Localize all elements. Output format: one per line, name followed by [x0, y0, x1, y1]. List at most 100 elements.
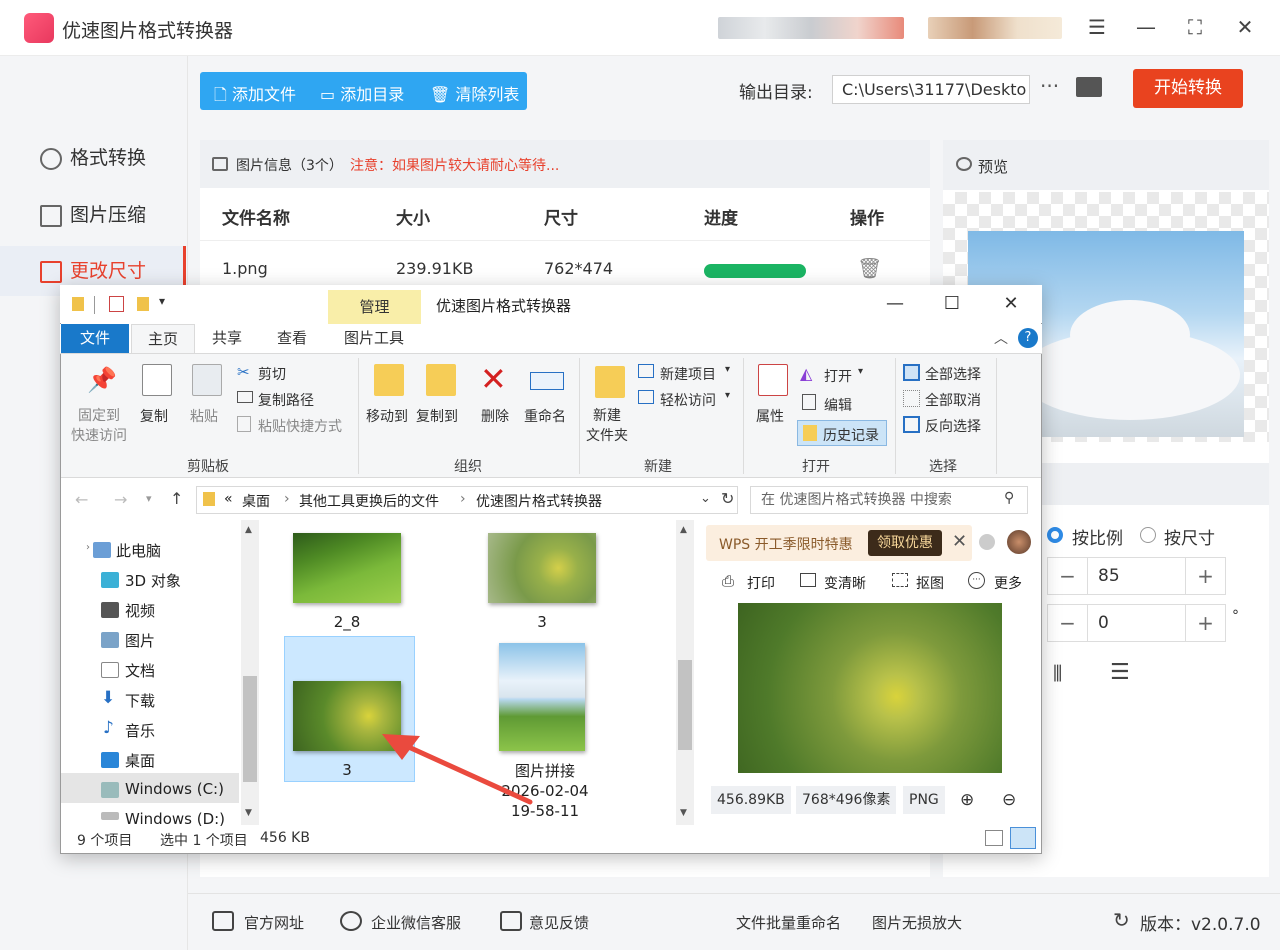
sidebar-item-resize[interactable]: 更改尺寸 [40, 256, 146, 286]
ratio-increment-button[interactable]: + [1185, 558, 1225, 594]
easy-access-dropdown-icon[interactable]: ▾ [725, 390, 730, 401]
refresh-address-icon[interactable]: ↻ [721, 489, 734, 508]
nav-scrollbar-thumb[interactable] [243, 676, 257, 782]
scroll-down-icon[interactable]: ▼ [245, 808, 252, 818]
clear-list-button[interactable]: 🗑 清除列表 [430, 81, 519, 105]
sidebar-item-format-convert[interactable]: 格式转换 [40, 143, 146, 173]
back-icon[interactable]: ← [75, 490, 88, 509]
newfolder-qat-icon[interactable] [137, 297, 149, 311]
size-radio-label[interactable]: 按尺寸 [1164, 524, 1215, 549]
up-icon[interactable]: ↑ [170, 489, 183, 508]
tab-share[interactable]: 共享 [212, 324, 242, 353]
nav-item-desktop[interactable]: 桌面 [125, 750, 155, 771]
paste-button[interactable]: 粘贴 [190, 406, 218, 426]
pin-quick-access-button[interactable]: 固定到 快速访问 [66, 406, 132, 446]
open-dropdown-icon[interactable]: ▾ [858, 366, 863, 377]
nav-item-music[interactable]: 音乐 [125, 720, 155, 741]
wps-claim-button[interactable]: 领取优惠 [868, 530, 942, 556]
explorer-search-input[interactable]: 在 优速图片格式转换器 中搜索 [750, 486, 1028, 514]
flip-vertical-icon[interactable]: ☰ [1110, 660, 1130, 685]
properties-button[interactable]: 属性 [756, 406, 784, 426]
angle-decrement-button[interactable]: − [1048, 605, 1088, 641]
file-name[interactable]: 3 [488, 613, 596, 631]
zoom-in-icon[interactable]: ⊕ [960, 790, 974, 810]
footer-batch-rename[interactable]: 文件批量重命名 [736, 912, 841, 933]
search-icon[interactable]: ⚲ [1004, 490, 1014, 506]
minimize-icon[interactable]: — [1133, 14, 1159, 40]
open-button[interactable]: 打开 [824, 366, 852, 386]
new-item-dropdown-icon[interactable]: ▾ [725, 364, 730, 375]
scroll-up-icon[interactable]: ▲ [680, 525, 687, 535]
scroll-down-icon[interactable]: ▼ [680, 808, 687, 818]
angle-increment-button[interactable]: + [1185, 605, 1225, 641]
menu-icon[interactable]: ☰ [1084, 14, 1110, 40]
explorer-close-icon[interactable]: ✕ [996, 293, 1026, 314]
footer-lossless-enlarge[interactable]: 图片无损放大 [872, 912, 962, 933]
size-radio[interactable] [1140, 527, 1156, 543]
copy-button[interactable]: 复制 [140, 406, 168, 426]
large-icons-view-icon[interactable] [1010, 827, 1036, 849]
add-file-button[interactable]: 🗋 添加文件 [214, 81, 296, 111]
new-item-button[interactable]: 新建项目 [660, 364, 716, 384]
nav-item-documents[interactable]: 文档 [125, 660, 155, 681]
address-dropdown-icon[interactable]: ⌄ [700, 491, 711, 506]
more-button[interactable]: 更多 [994, 573, 1022, 593]
copy-to-button[interactable]: 复制到 [416, 406, 458, 426]
wps-close-icon[interactable]: ✕ [952, 531, 967, 552]
help-icon[interactable]: ? [1018, 328, 1038, 348]
nav-item-pictures[interactable]: 图片 [125, 630, 155, 651]
cutout-button[interactable]: 抠图 [916, 573, 944, 593]
more-options-button[interactable]: ··· [1040, 74, 1059, 98]
rename-button[interactable]: 重命名 [524, 406, 566, 426]
qat-dropdown-icon[interactable]: ▾ [159, 294, 165, 308]
explorer-minimize-icon[interactable]: — [880, 293, 910, 314]
breadcrumb-desktop[interactable]: 桌面 [242, 491, 270, 511]
file-thumbnail[interactable] [293, 533, 401, 603]
footer-feedback[interactable]: 意见反馈 [529, 912, 589, 933]
zoom-out-icon[interactable]: ⊖ [1002, 790, 1016, 810]
file-view-scrollbar-thumb[interactable] [678, 660, 692, 750]
ratio-value[interactable]: 85 [1098, 566, 1120, 586]
open-folder-icon[interactable] [1076, 77, 1102, 97]
ratio-radio[interactable] [1047, 527, 1063, 543]
ratio-radio-label[interactable]: 按比例 [1072, 524, 1123, 549]
edit-button[interactable]: 编辑 [824, 395, 852, 415]
ratio-stepper[interactable]: − 85 + [1047, 557, 1226, 595]
delete-icon[interactable]: 🗑 [857, 256, 882, 280]
scroll-up-icon[interactable]: ▲ [245, 525, 252, 535]
address-bar[interactable] [196, 486, 738, 514]
breadcrumb-current[interactable]: 优速图片格式转换器 [476, 491, 602, 511]
explorer-maximize-icon[interactable]: ☐ [937, 293, 967, 314]
close-icon[interactable]: ✕ [1232, 14, 1258, 40]
invert-select-button[interactable]: 反向选择 [925, 416, 981, 436]
nav-item-drive-c[interactable]: Windows (C:) [125, 780, 224, 798]
tab-home[interactable]: 主页 [131, 324, 195, 353]
file-thumbnail[interactable] [488, 533, 596, 603]
sidebar-item-compress[interactable]: 图片压缩 [40, 200, 146, 230]
details-view-icon[interactable] [985, 830, 1003, 846]
nav-item-videos[interactable]: 视频 [125, 600, 155, 621]
recent-dropdown-icon[interactable]: ▾ [146, 492, 152, 505]
ratio-decrement-button[interactable]: − [1048, 558, 1088, 594]
history-button[interactable]: 历史记录 [823, 425, 879, 445]
angle-value[interactable]: 0 [1098, 613, 1109, 633]
expand-icon[interactable]: › [86, 542, 90, 553]
collapse-ribbon-icon[interactable]: ︿ [994, 328, 1008, 348]
print-button[interactable]: 打印 [747, 573, 775, 593]
move-to-button[interactable]: 移动到 [366, 406, 408, 426]
copy-path-button[interactable]: 复制路径 [258, 390, 314, 410]
nav-item-3d-objects[interactable]: 3D 对象 [125, 570, 181, 591]
delete-button[interactable]: 删除 [481, 406, 509, 426]
properties-qat-icon[interactable] [109, 296, 124, 312]
start-convert-button[interactable]: 开始转换 [1133, 69, 1243, 108]
nav-item-downloads[interactable]: 下载 [125, 690, 155, 711]
output-dir-input[interactable]: C:\Users\31177\Deskto [832, 75, 1030, 104]
new-folder-button[interactable]: 新建 文件夹 [586, 406, 628, 446]
select-none-button[interactable]: 全部取消 [925, 390, 981, 410]
avatar[interactable] [1007, 530, 1031, 554]
tab-picture-tools[interactable]: 图片工具 [344, 324, 404, 353]
angle-stepper[interactable]: − 0 + [1047, 604, 1226, 642]
tab-manage[interactable]: 管理 [328, 290, 421, 324]
paste-shortcut-button[interactable]: 粘贴快捷方式 [258, 416, 342, 436]
sharpen-button[interactable]: 变清晰 [824, 573, 866, 593]
